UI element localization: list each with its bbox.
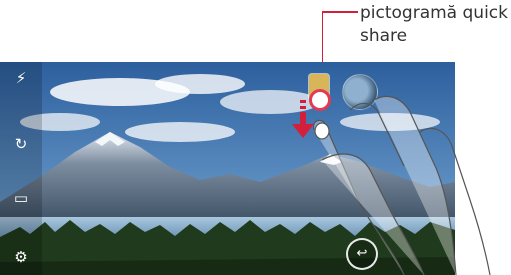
back-icon: ↩ [356, 246, 368, 261]
landscape-photo [0, 62, 455, 275]
annotation-label: pictogramă quick share [360, 3, 508, 46]
gallery-preview-thumbnail[interactable] [342, 74, 378, 110]
gear-icon[interactable]: ⚙ [11, 247, 31, 267]
back-button[interactable]: ↩ [346, 238, 378, 270]
lightning-icon[interactable]: ⚡ [11, 68, 31, 88]
camera-left-rail: ⚡ ↻ ▭ ⚙ [0, 62, 42, 275]
mode-icon[interactable]: ▭ [11, 188, 31, 208]
camera-switch-icon[interactable]: ↻ [11, 134, 31, 154]
quick-share-touch-point [312, 92, 328, 108]
camera-viewfinder[interactable]: ⚡ ↻ ▭ ⚙ ↩ [0, 62, 455, 275]
